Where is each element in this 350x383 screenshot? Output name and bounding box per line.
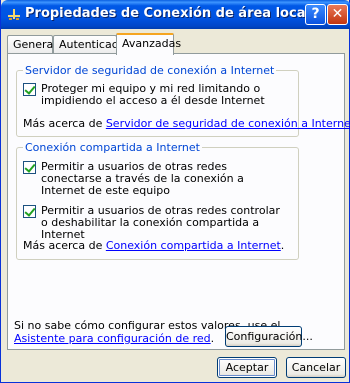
ics-group-title: Conexión compartida a Internet	[23, 141, 202, 154]
firewall-checkbox[interactable]	[23, 83, 36, 96]
firewall-more-prefix: Más acerca de	[23, 117, 106, 130]
ics-more-link[interactable]: Conexión compartida a Internet	[106, 239, 281, 252]
title-bar[interactable]: Propiedades de Conexión de área local ? …	[1, 0, 350, 29]
cancel-button[interactable]: Cancelar	[286, 357, 346, 378]
tab-avanzadas[interactable]: Avanzadas	[116, 33, 181, 55]
wizard-suffix: .	[210, 332, 215, 345]
settings-button[interactable]: Configuración...	[225, 326, 313, 347]
tab-general[interactable]: General	[7, 35, 56, 53]
firewall-checkbox-row[interactable]: Proteger mi equipo y mi red limitando o …	[23, 83, 288, 107]
network-connection-icon	[8, 9, 20, 20]
firewall-checkbox-label[interactable]: Proteger mi equipo y mi red limitando o …	[41, 83, 288, 107]
ics-allow-connect-label[interactable]: Permitir a usuarios de otras redes conec…	[41, 161, 288, 197]
ics-allow-control-checkbox[interactable]	[23, 205, 36, 218]
tab-autenticacion[interactable]: Autenticación	[53, 35, 135, 53]
network-wizard-link[interactable]: Asistente para configuración de red	[14, 332, 211, 345]
ics-group: Conexión compartida a Internet Permitir …	[16, 141, 299, 260]
help-button[interactable]: ?	[305, 4, 326, 25]
ics-allow-control-label[interactable]: Permitir a usuarios de otras redes contr…	[41, 205, 288, 241]
close-button[interactable]: ✕	[327, 4, 348, 25]
ics-checkbox1-row[interactable]: Permitir a usuarios de otras redes conec…	[23, 161, 288, 197]
firewall-more-link[interactable]: Servidor de seguridad de conexión a Inte…	[106, 117, 350, 130]
ics-more-info: Más acerca de Conexión compartida a Inte…	[23, 239, 284, 252]
tab-panel: Servidor de seguridad de conexión a Inte…	[7, 53, 350, 350]
ics-more-prefix: Más acerca de	[23, 239, 106, 252]
firewall-group: Servidor de seguridad de conexión a Inte…	[16, 64, 350, 137]
ics-allow-connect-checkbox[interactable]	[23, 161, 36, 174]
firewall-more-info: Más acerca de Servidor de seguridad de c…	[23, 117, 350, 130]
accept-button[interactable]: Aceptar	[217, 357, 277, 378]
ics-more-suffix: .	[280, 239, 285, 252]
ics-checkbox2-row[interactable]: Permitir a usuarios de otras redes contr…	[23, 205, 288, 241]
properties-dialog: Propiedades de Conexión de área local ? …	[0, 0, 350, 383]
firewall-group-title: Servidor de seguridad de conexión a Inte…	[23, 64, 277, 77]
window-title: Propiedades de Conexión de área local	[25, 6, 310, 21]
wizard-line: Asistente para configuración de red.	[14, 332, 214, 345]
